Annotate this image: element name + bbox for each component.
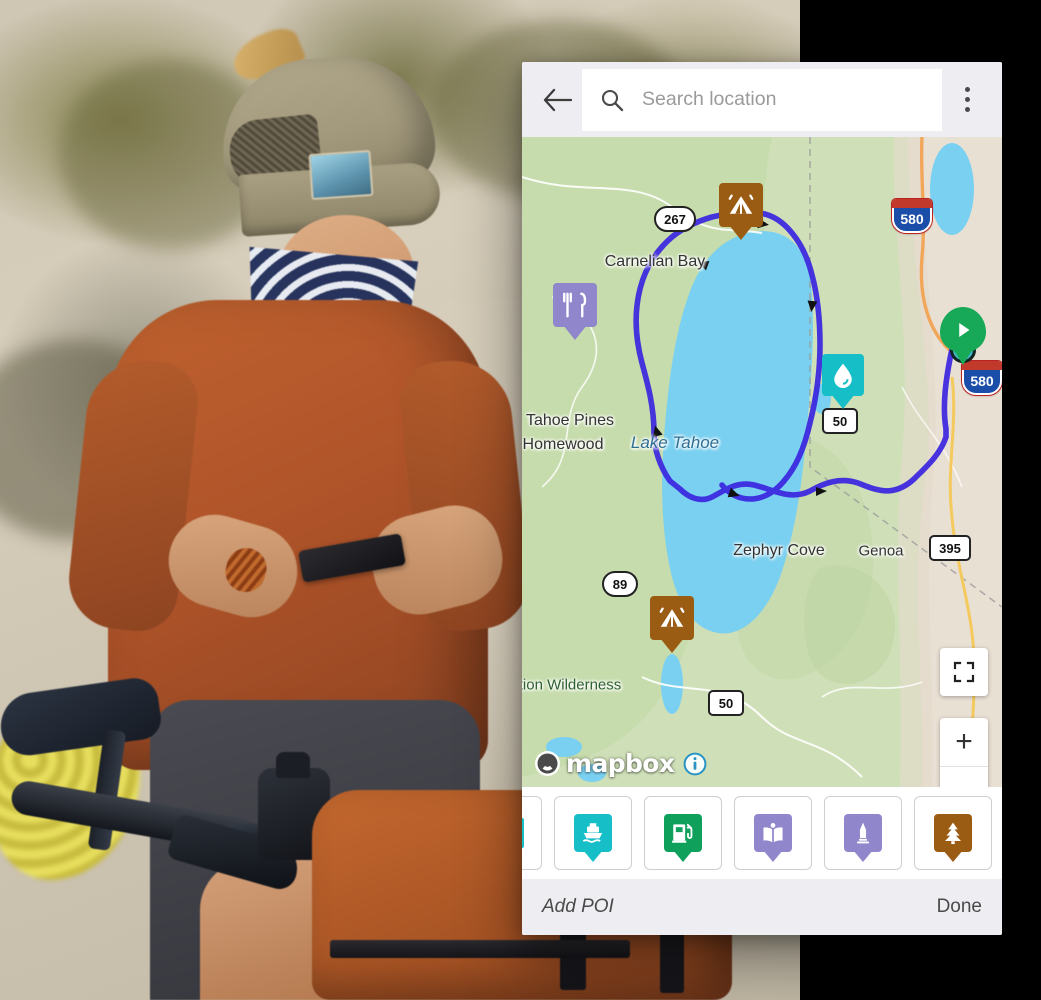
washoe-lake bbox=[930, 143, 974, 235]
poi-monument[interactable] bbox=[824, 796, 902, 870]
campsite-marker-south[interactable] bbox=[650, 596, 694, 653]
tree-icon bbox=[944, 822, 962, 845]
app-top-bar bbox=[522, 62, 1002, 137]
search-icon bbox=[601, 89, 624, 111]
zoom-controls[interactable]: + − bbox=[940, 718, 988, 787]
poi-marker-body bbox=[754, 814, 792, 862]
start-pin-body bbox=[940, 307, 986, 365]
marker-body bbox=[822, 354, 864, 409]
ferry-icon bbox=[582, 823, 603, 843]
more-vertical-icon bbox=[964, 87, 970, 112]
bike-bottle-cap bbox=[276, 752, 310, 778]
restaurant-marker[interactable] bbox=[553, 283, 597, 340]
zoom-out-button[interactable]: − bbox=[940, 767, 988, 787]
poi-partial-body bbox=[522, 818, 524, 848]
poi-selector-strip[interactable] bbox=[522, 787, 1002, 879]
fuel-icon bbox=[672, 823, 693, 843]
map-canvas[interactable]: Carnelian Bay Tahoe Pines Homewood Lake Tah… bbox=[522, 137, 1002, 787]
poi-marker-body bbox=[574, 814, 612, 862]
poi-marker-tail bbox=[583, 850, 603, 862]
search-bar[interactable] bbox=[582, 68, 942, 131]
back-button[interactable] bbox=[534, 77, 580, 123]
marker-tail bbox=[563, 325, 587, 340]
marker-tail bbox=[831, 394, 855, 409]
poi-marker-body bbox=[664, 814, 702, 862]
zoom-in-button[interactable]: + bbox=[940, 718, 988, 767]
app-bottom-bar: Add POI Done bbox=[522, 879, 1002, 935]
mapbox-logo[interactable]: mapbox bbox=[534, 749, 675, 778]
poi-marker-tail bbox=[943, 850, 963, 862]
tent-icon bbox=[659, 607, 685, 627]
poi-marker-tail bbox=[853, 850, 873, 862]
marker-tail bbox=[660, 638, 684, 653]
fullscreen-icon bbox=[953, 661, 975, 683]
screenshot-stage: Carnelian BayTahoe PinesHomewoodLake Tah… bbox=[0, 0, 1041, 1000]
map-app-panel: Carnelian BayTahoe PinesHomewoodLake Tah… bbox=[522, 62, 1002, 935]
tent-icon bbox=[728, 194, 754, 214]
monument-icon bbox=[857, 822, 869, 844]
fullscreen-button[interactable] bbox=[940, 648, 988, 696]
play-icon bbox=[959, 322, 970, 338]
campsite-marker-north[interactable] bbox=[719, 183, 763, 240]
arrow-left-icon bbox=[543, 88, 572, 111]
map-render bbox=[522, 137, 1002, 787]
book-icon bbox=[763, 823, 783, 843]
marker-body bbox=[719, 183, 763, 240]
add-poi-label[interactable]: Add POI bbox=[542, 896, 614, 918]
poi-ferry[interactable] bbox=[554, 796, 632, 870]
water-drop-icon bbox=[834, 363, 852, 388]
restaurant-icon bbox=[563, 292, 587, 318]
poi-marker-body bbox=[844, 814, 882, 862]
route-start-marker[interactable] bbox=[940, 307, 986, 365]
poi-library[interactable] bbox=[734, 796, 812, 870]
marker-body bbox=[553, 283, 597, 340]
bag-strap-3 bbox=[330, 940, 630, 958]
mapbox-mark-icon bbox=[535, 751, 560, 776]
done-button[interactable]: Done bbox=[937, 896, 982, 918]
poi-marker-body bbox=[934, 814, 972, 862]
person-cap-patch bbox=[308, 149, 374, 201]
marker-tail bbox=[729, 225, 753, 240]
map-attribution[interactable]: mapbox bbox=[534, 749, 707, 778]
marker-body bbox=[650, 596, 694, 653]
poi-marker-tail bbox=[673, 850, 693, 862]
overflow-menu-button[interactable] bbox=[944, 77, 990, 123]
water-marker[interactable] bbox=[822, 354, 864, 409]
mapbox-wordmark: mapbox bbox=[566, 749, 675, 778]
poi-park[interactable] bbox=[914, 796, 992, 870]
poi-marker-tail bbox=[763, 850, 783, 862]
poi-fuel[interactable] bbox=[644, 796, 722, 870]
info-icon[interactable] bbox=[683, 752, 707, 776]
poi-partial[interactable] bbox=[522, 796, 542, 870]
search-input[interactable] bbox=[642, 88, 924, 111]
